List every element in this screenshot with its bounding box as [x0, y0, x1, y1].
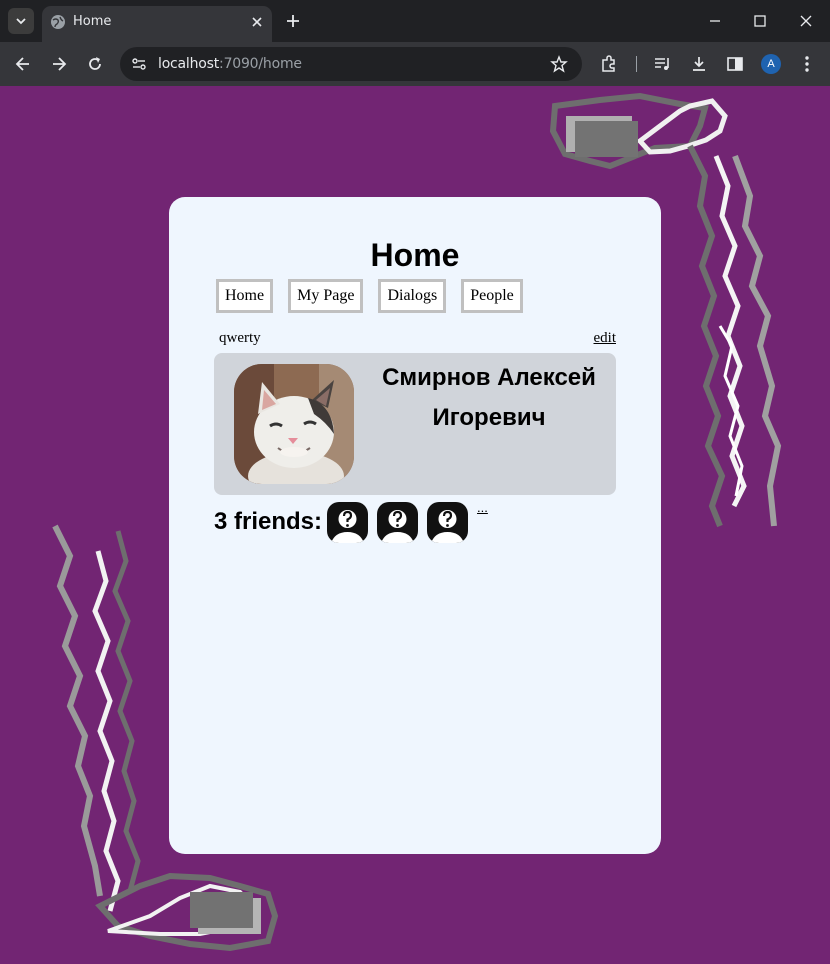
cat-photo-icon	[234, 364, 354, 484]
profile-avatar[interactable]: A	[761, 54, 781, 74]
more-friends-link[interactable]: ...	[477, 500, 488, 515]
url-host: localhost	[158, 56, 220, 72]
download-icon[interactable]	[689, 54, 709, 74]
side-panel-icon[interactable]	[725, 54, 745, 74]
more-menu-icon[interactable]	[797, 54, 817, 74]
nav-dialogs[interactable]: Dialogs	[378, 279, 447, 313]
close-tab-icon[interactable]	[250, 15, 264, 29]
bookmark-star-icon[interactable]	[550, 55, 568, 73]
friend-avatar[interactable]	[427, 502, 469, 543]
friends-section: 3 friends: ...	[214, 500, 488, 543]
profile-info-box: Смирнов Алексей Игоревич	[214, 353, 616, 495]
page-title: Home	[370, 237, 460, 273]
unknown-person-icon	[327, 502, 369, 543]
tab-title: Home	[73, 14, 112, 29]
unknown-person-icon	[377, 502, 419, 543]
new-tab-icon[interactable]	[284, 12, 302, 30]
extensions-icon[interactable]	[599, 54, 619, 74]
tab-search-button[interactable]	[8, 8, 34, 34]
address-bar[interactable]: localhost:7090/home	[120, 47, 582, 81]
full-name: Смирнов Алексей Игоревич	[382, 364, 596, 431]
friend-avatar[interactable]	[377, 502, 419, 543]
unknown-person-icon	[427, 502, 469, 543]
media-queue-icon[interactable]	[653, 54, 673, 74]
friends-count-label: 3 friends:	[214, 508, 323, 535]
minimize-icon[interactable]	[706, 12, 724, 30]
back-arrow-icon[interactable]	[13, 54, 33, 74]
nav-my-page[interactable]: My Page	[288, 279, 364, 313]
page-viewport: Home Home My Page Dialogs People qwerty …	[0, 86, 830, 964]
forward-arrow-icon[interactable]	[49, 54, 69, 74]
toolbar-separator	[636, 56, 637, 72]
close-window-icon[interactable]	[797, 12, 815, 30]
site-settings-icon[interactable]	[130, 55, 148, 73]
browser-titlebar: Home	[0, 0, 830, 42]
url-path: :7090/home	[219, 56, 302, 72]
nav-home[interactable]: Home	[216, 279, 274, 313]
chevron-down-icon	[16, 18, 26, 25]
url-text[interactable]: localhost:7090/home	[158, 56, 302, 72]
avatar	[234, 364, 354, 484]
browser-toolbar: localhost:7090/home A	[0, 42, 830, 86]
edit-link[interactable]: edit	[594, 330, 617, 347]
main-card: Home Home My Page Dialogs People qwerty …	[169, 197, 661, 854]
maximize-icon[interactable]	[751, 12, 769, 30]
reload-icon[interactable]	[85, 54, 105, 74]
browser-tab[interactable]: Home	[42, 6, 272, 42]
username: qwerty	[219, 330, 261, 346]
nav-bar: Home My Page Dialogs People	[216, 279, 538, 313]
nav-people[interactable]: People	[461, 279, 523, 313]
friend-avatar[interactable]	[327, 502, 369, 543]
globe-icon	[51, 15, 65, 29]
